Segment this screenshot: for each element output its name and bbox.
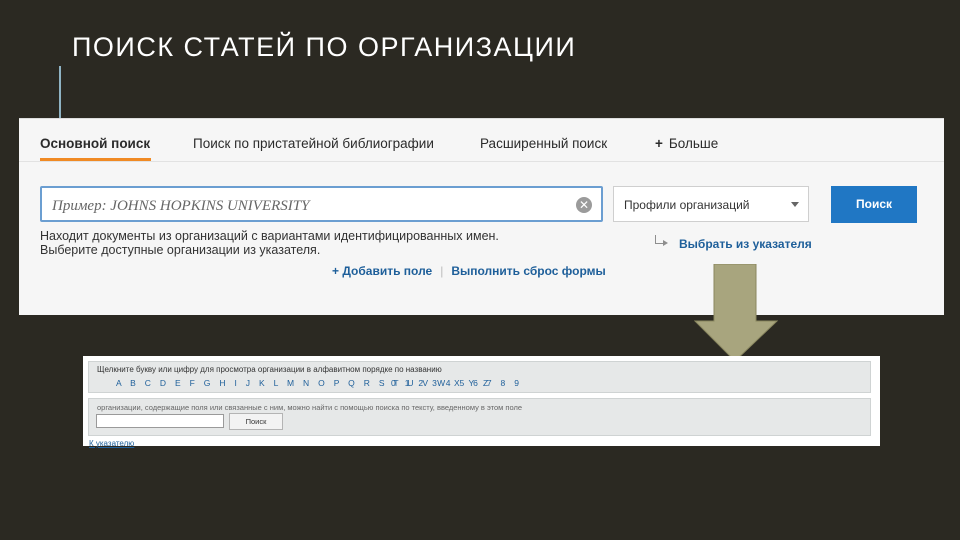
clear-icon[interactable]: ✕ — [576, 197, 592, 213]
arrow-head-icon — [663, 240, 668, 246]
tab-bar: Основной поиск Поиск по пристатейной биб… — [19, 119, 944, 162]
tab-divider — [19, 161, 944, 162]
tab-basic-search[interactable]: Основной поиск — [40, 136, 150, 151]
title-accent-line — [59, 66, 61, 122]
link-separator: | — [440, 264, 444, 278]
alphabet-caption: Щелкните букву или цифру для просмотра о… — [97, 365, 442, 374]
index-search-caption: организации, содержащие поля или связанн… — [97, 403, 523, 412]
help-line-2: Выберите доступные организации из указат… — [40, 243, 321, 257]
tab-more-label: Больше — [668, 136, 719, 151]
index-search-button[interactable]: Поиск — [229, 413, 283, 430]
field-select-value: Профили организаций — [624, 198, 750, 212]
tab-cited-reference-search[interactable]: Поиск по пристатейной библиографии — [193, 136, 434, 151]
tab-advanced-search[interactable]: Расширенный поиск — [480, 136, 607, 151]
field-select[interactable]: Профили организаций — [613, 186, 809, 222]
down-arrow-icon — [694, 264, 778, 362]
alphabet-digits[interactable]: 0 1 2 3 4 5 6 7 8 9 — [391, 378, 522, 388]
tab-more[interactable]: + Больше — [655, 136, 718, 151]
help-line-1: Находит документы из организаций с вариа… — [40, 229, 499, 243]
index-search-input[interactable] — [96, 414, 224, 428]
chevron-down-icon — [791, 202, 799, 207]
index-search-box: организации, содержащие поля или связанн… — [88, 398, 871, 436]
form-links: + Добавить поле | Выполнить сброс формы — [332, 264, 606, 278]
select-from-index-link[interactable]: Выбрать из указателя — [679, 237, 812, 251]
search-panel: Основной поиск Поиск по пристатейной биб… — [19, 118, 944, 315]
search-help-text: Находит документы из организаций с вариа… — [40, 229, 580, 257]
search-button[interactable]: Поиск — [831, 186, 917, 223]
alphabet-box: Щелкните букву или цифру для просмотра о… — [88, 361, 871, 393]
search-input[interactable] — [50, 194, 574, 218]
add-field-link[interactable]: + Добавить поле — [332, 264, 432, 278]
plus-icon: + — [655, 136, 663, 151]
search-field[interactable]: ✕ — [40, 186, 603, 222]
index-panel: Щелкните букву или цифру для просмотра о… — [83, 356, 880, 448]
reset-form-link[interactable]: Выполнить сброс формы — [451, 264, 605, 278]
back-to-index-link[interactable]: К указателю — [89, 439, 134, 448]
slide-title: ПОИСК СТАТЕЙ ПО ОРГАНИЗАЦИИ — [72, 32, 577, 62]
